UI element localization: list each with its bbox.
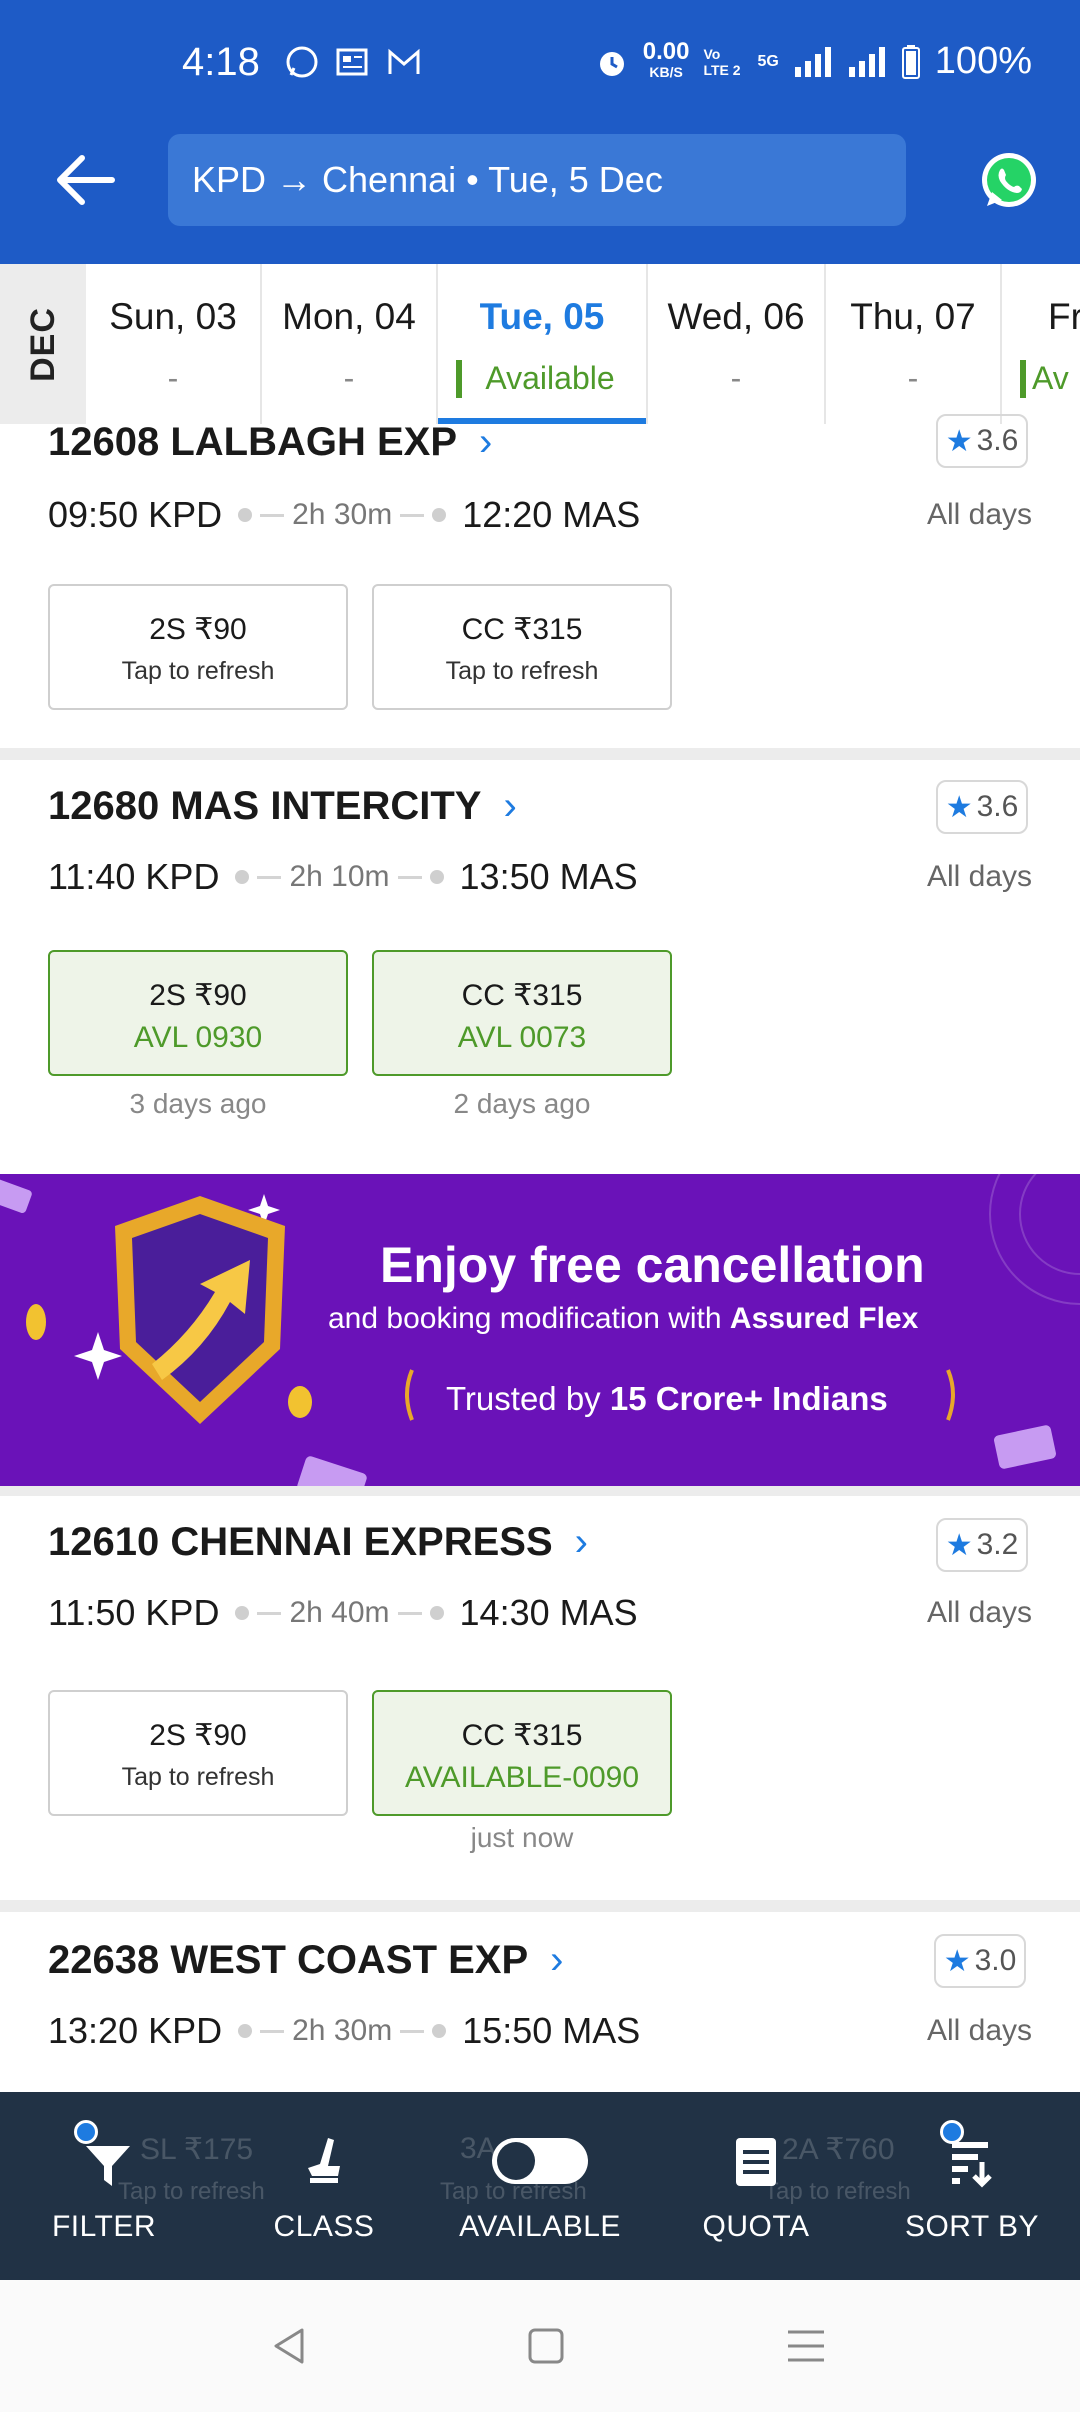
train-card[interactable]: 12610 CHENNAI EXPRESS › ★ 3.2 11:50 KPD 2h… [0, 1496, 1080, 1900]
card-divider [0, 1900, 1080, 1912]
card-divider [0, 748, 1080, 760]
updated-time: 3 days ago [129, 1088, 267, 1119]
route-summary[interactable]: KPD → Chennai • Tue, 5 Dec [168, 134, 906, 226]
class-fare-box[interactable]: 2S ₹90 Tap to refresh [48, 584, 348, 710]
date-strip: DEC Sun, 03 - Mon, 04 - Tue, 05 Availabl… [0, 264, 1080, 425]
star-icon: ★ [945, 424, 973, 458]
net-speed: 0.00 KB/S [642, 37, 690, 80]
train-card[interactable]: 12680 MAS INTERCITY › ★ 3.6 11:40 KPD 2h 1… [0, 760, 1080, 1164]
news-notification-icon [336, 48, 368, 76]
train-name[interactable]: 22638 WEST COAST EXP › [48, 1938, 563, 1983]
rating-badge: ★ 3.6 [936, 414, 1028, 468]
date-list: Sun, 03 - Mon, 04 - Tue, 05 Available We… [86, 264, 1080, 424]
filter-button[interactable]: FILTER [0, 2092, 216, 2280]
class-fare-box[interactable]: CC ₹315 Tap to refresh [372, 584, 672, 710]
class-fare-box-available[interactable]: CC ₹315 AVL 0073 [372, 950, 672, 1076]
rating-badge: ★ 3.6 [936, 780, 1028, 834]
status-time: 4:18 [182, 40, 260, 84]
class-button[interactable]: CLASS [216, 2092, 432, 2280]
updated-time: just now [470, 1822, 574, 1853]
sort-button[interactable]: SORT BY [864, 2092, 1080, 2280]
run-days: All days [926, 498, 1032, 531]
nav-recents-icon[interactable] [784, 2326, 828, 2366]
run-days: All days [926, 2014, 1032, 2047]
whatsapp-icon[interactable] [978, 150, 1040, 212]
train-card[interactable]: 12608 LALBAGH EXP › ★ 3.6 09:50 KPD 2h 30m… [0, 414, 1080, 748]
signal-icon-1 [794, 46, 831, 77]
rating-badge: ★ 3.0 [934, 1934, 1026, 1988]
class-fare-box-available[interactable]: CC ₹315 AVAILABLE-0090 [372, 1690, 672, 1816]
seat-icon [308, 2138, 340, 2183]
train-timing: 11:40 KPD 2h 10m 13:50 MAS [48, 856, 638, 897]
status-bar: 4:18 0.00 KB/S Vo LTE 2 5G 100% [0, 0, 1080, 128]
date-tab-selected[interactable]: Tue, 05 Available [438, 264, 648, 424]
train-timing: 09:50 KPD 2h 30m 12:20 MAS [48, 494, 641, 535]
star-icon: ★ [943, 1944, 971, 1978]
star-icon: ★ [945, 1528, 973, 1562]
banner-title: Enjoy free cancellation [380, 1237, 925, 1293]
train-timing: 11:50 KPD 2h 40m 14:30 MAS [48, 1592, 638, 1633]
month-label: DEC [0, 264, 86, 424]
train-name[interactable]: 12608 LALBAGH EXP › [48, 420, 492, 465]
run-days: All days [926, 1596, 1032, 1629]
app-header: 4:18 0.00 KB/S Vo LTE 2 5G 100% KPD → Ch… [0, 0, 1080, 264]
train-name[interactable]: 12610 CHENNAI EXPRESS › [48, 1520, 588, 1565]
system-nav-bar [0, 2280, 1080, 2412]
run-days: All days [926, 860, 1032, 893]
signal-icon-2 [848, 46, 885, 77]
quota-list-icon [736, 2138, 776, 2186]
date-tab[interactable]: Thu, 07 - [826, 264, 1002, 424]
assured-flex-banner[interactable]: Enjoy free cancellation and booking modi… [0, 1174, 1080, 1486]
banner-subtitle: and booking modification with Assured Fl… [328, 1302, 919, 1335]
updated-time: 2 days ago [453, 1088, 591, 1119]
chevron-right-icon: › [503, 784, 517, 828]
volte-indicator: Vo LTE 2 [703, 45, 741, 78]
date-tab[interactable]: Sun, 03 - [86, 264, 262, 424]
train-card[interactable]: 22638 WEST COAST EXP › ★ 3.0 13:20 KPD 2h … [0, 1912, 1080, 2092]
chevron-right-icon: › [574, 1520, 588, 1564]
filter-active-dot [74, 2120, 98, 2144]
toggle-off-icon [492, 2138, 588, 2184]
date-tab[interactable]: Wed, 06 - [648, 264, 826, 424]
rating-badge: ★ 3.2 [936, 1518, 1028, 1572]
train-name[interactable]: 12680 MAS INTERCITY › [48, 784, 517, 829]
status-right: 0.00 KB/S Vo LTE 2 5G 100% [595, 37, 1032, 83]
chevron-right-icon: › [479, 420, 493, 464]
available-toggle[interactable]: AVAILABLE [432, 2092, 648, 2280]
route-text: KPD → Chennai • Tue, 5 Dec [192, 159, 663, 200]
card-divider [0, 1486, 1080, 1496]
class-fare-box-available[interactable]: 2S ₹90 AVL 0930 [48, 950, 348, 1076]
whatsapp-notification-icon [286, 46, 318, 78]
chevron-right-icon: › [550, 1938, 564, 1982]
train-timing: 13:20 KPD 2h 30m 15:50 MAS [48, 2010, 641, 2051]
battery-icon [901, 44, 920, 79]
nav-home-icon[interactable] [524, 2324, 568, 2368]
battery-percent: 100% [934, 40, 1032, 82]
network-type: 5G [757, 52, 779, 70]
class-fare-box[interactable]: 2S ₹90 Tap to refresh [48, 1690, 348, 1816]
alarm-icon [599, 51, 624, 76]
nav-back-icon[interactable] [268, 2324, 312, 2368]
sort-active-dot [940, 2120, 964, 2144]
date-tab-partial[interactable]: Fr Av [1002, 264, 1080, 424]
back-arrow-icon[interactable] [52, 150, 118, 210]
gmail-notification-icon [388, 48, 420, 74]
date-tab[interactable]: Mon, 04 - [262, 264, 438, 424]
bottom-action-bar: SL ₹175 Tap to refresh 3A Tap to refresh… [0, 2092, 1080, 2280]
banner-trust-line: Trusted by 15 Crore+ Indians [446, 1380, 888, 1417]
quota-button[interactable]: QUOTA [648, 2092, 864, 2280]
star-icon: ★ [945, 790, 973, 824]
